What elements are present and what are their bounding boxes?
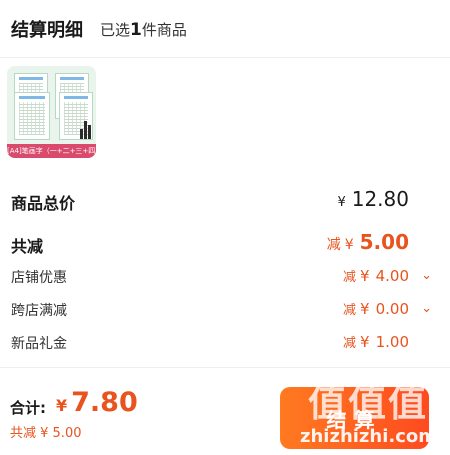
reduce-prefix: 减 xyxy=(343,336,357,351)
total-reduction-value: 减 ¥5.00 xyxy=(327,230,409,254)
page-title: 结算明细 xyxy=(11,20,83,41)
reduce-prefix: 减 xyxy=(326,237,341,253)
discount-store-value[interactable]: 减 ¥4.00 xyxy=(343,266,409,285)
currency-symbol: ¥ xyxy=(344,237,354,253)
total-reduction-amount: 5.00 xyxy=(359,230,409,254)
selected-count-number: 1 xyxy=(130,20,142,40)
grand-total-discount: 共减 ¥ 5.00 xyxy=(10,426,82,441)
discount-store-amount: 4.00 xyxy=(375,267,409,285)
worksheet-image xyxy=(14,92,50,140)
reduce-prefix: 减 xyxy=(343,270,357,285)
goods-total-label: 商品总价 xyxy=(11,194,76,213)
reduce-prefix: 减 xyxy=(343,303,357,318)
currency-symbol: ¥ xyxy=(360,267,370,285)
grand-total-amount: 7.80 xyxy=(71,387,138,418)
discount-label-store: 店铺优惠 xyxy=(11,270,67,286)
product-thumbnail[interactable]: [A4]笔画字（一+二+三+四） xyxy=(7,66,96,158)
currency-symbol: ¥ xyxy=(360,333,370,351)
discount-cross-store-amount: 0.00 xyxy=(375,300,409,318)
chevron-down-icon[interactable]: ⌄ xyxy=(421,301,432,316)
currency-symbol: ¥ xyxy=(360,300,370,318)
currency-symbol: ¥ xyxy=(56,396,68,415)
selected-count: 已选1件商品 xyxy=(100,19,187,40)
grand-total-label: 合计: xyxy=(10,399,46,417)
goods-total-value: ¥12.80 xyxy=(337,187,409,211)
product-thumbnail-label: [A4]笔画字（一+二+三+四） xyxy=(7,144,96,158)
grand-total-value: ¥7.80 xyxy=(56,387,138,418)
discount-new-item-amount: 1.00 xyxy=(375,333,409,351)
discount-new-item-value: 减 ¥1.00 xyxy=(343,332,409,351)
goods-total-amount: 12.80 xyxy=(351,187,409,211)
currency-symbol: ¥ xyxy=(337,195,346,210)
discount-cross-store-value[interactable]: 减 ¥0.00 xyxy=(343,299,409,318)
settle-button[interactable]: 结算 xyxy=(280,387,429,449)
settlement-header: 结算明细 已选1件商品 xyxy=(0,0,450,58)
discount-label-cross-store: 跨店满减 xyxy=(11,303,67,319)
total-reduction-label: 共减 xyxy=(11,237,44,256)
selected-count-suffix: 件商品 xyxy=(141,21,187,39)
selected-count-prefix: 已选 xyxy=(100,21,131,39)
checkout-footer: 合计: ¥7.80 共减 ¥ 5.00 结算 xyxy=(0,367,450,455)
discount-label-new-item: 新品礼金 xyxy=(11,336,67,352)
chevron-down-icon[interactable]: ⌄ xyxy=(421,268,432,283)
pen-stand-image xyxy=(80,121,92,139)
